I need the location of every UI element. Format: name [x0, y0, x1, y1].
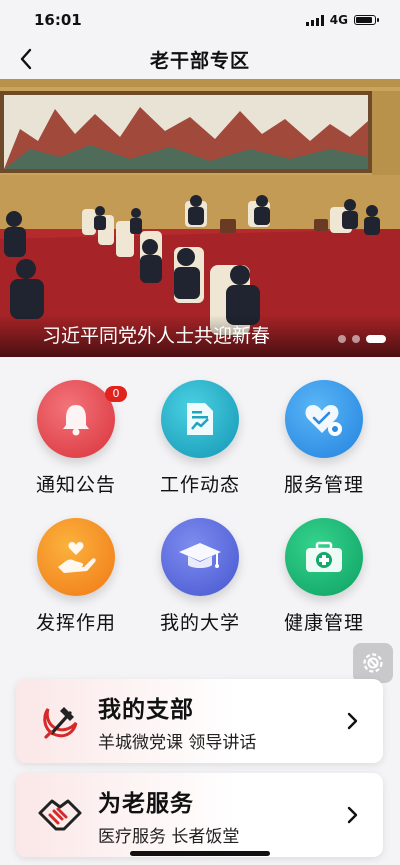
- signal-icon: [305, 14, 324, 26]
- carousel-dot-2[interactable]: [352, 335, 360, 343]
- settings-gear-icon: [363, 653, 383, 673]
- battery-icon: [354, 15, 379, 25]
- settings-button[interactable]: [353, 643, 393, 683]
- grid-item-service-management[interactable]: 服务管理: [264, 380, 384, 497]
- bell-icon: 0: [37, 380, 127, 458]
- navigation-bar: 老干部专区: [0, 40, 400, 78]
- grid-label-health-management: 健康管理: [283, 612, 364, 634]
- grid-label-play-role: 发挥作用: [35, 612, 116, 634]
- card-title: 为老服务: [98, 790, 194, 817]
- carousel-dot-3[interactable]: [366, 335, 386, 343]
- notification-badge: 0: [105, 386, 127, 402]
- grid-label-work-news: 工作动态: [159, 474, 240, 496]
- grid-item-health-management[interactable]: 健康管理: [264, 518, 384, 635]
- grid-label-notices: 通知公告: [35, 474, 116, 496]
- grid-item-my-university[interactable]: 我的大学: [140, 518, 260, 635]
- grid-item-play-role[interactable]: 发挥作用: [16, 518, 136, 635]
- back-arrow-icon[interactable]: [14, 46, 38, 72]
- banner-carousel[interactable]: 习近平同党外人士共迎新春: [0, 79, 400, 357]
- status-bar: 16:01 4G: [0, 0, 400, 40]
- card-my-branch[interactable]: 我的支部 羊城微党课 领导讲话: [16, 679, 383, 763]
- chevron-right-icon: [341, 806, 365, 824]
- card-elderly-service[interactable]: 为老服务 医疗服务 长者饭堂: [16, 773, 383, 857]
- hammer-sickle-icon: [36, 697, 84, 745]
- card-subtitle: 羊城微党课 领导讲话: [98, 732, 257, 753]
- grid-label-my-university: 我的大学: [159, 612, 240, 634]
- home-indicator: [130, 851, 270, 856]
- grid-label-service-management: 服务管理: [283, 474, 364, 496]
- document-chart-icon: [161, 380, 239, 458]
- carousel-dot-1[interactable]: [338, 335, 346, 343]
- chevron-right-icon: [341, 712, 365, 730]
- network-type: 4G: [329, 13, 348, 27]
- grid-item-notices[interactable]: 0 通知公告: [16, 380, 136, 497]
- card-subtitle: 医疗服务 长者饭堂: [98, 826, 240, 847]
- grid-item-work-news[interactable]: 工作动态: [140, 380, 260, 497]
- page-title: 老干部专区: [149, 49, 250, 72]
- handshake-icon: [36, 791, 84, 839]
- medical-kit-icon: [285, 518, 363, 596]
- card-text: 为老服务 医疗服务 长者饭堂: [98, 784, 341, 847]
- carousel-indicator: [338, 335, 386, 343]
- status-time: 16:01: [34, 11, 82, 29]
- card-text: 我的支部 羊城微党课 领导讲话: [98, 690, 341, 753]
- status-indicators: 4G: [305, 13, 379, 27]
- card-title: 我的支部: [98, 696, 194, 723]
- heart-gear-icon: [285, 380, 363, 458]
- hand-heart-icon: [37, 518, 115, 596]
- graduation-cap-icon: [161, 518, 239, 596]
